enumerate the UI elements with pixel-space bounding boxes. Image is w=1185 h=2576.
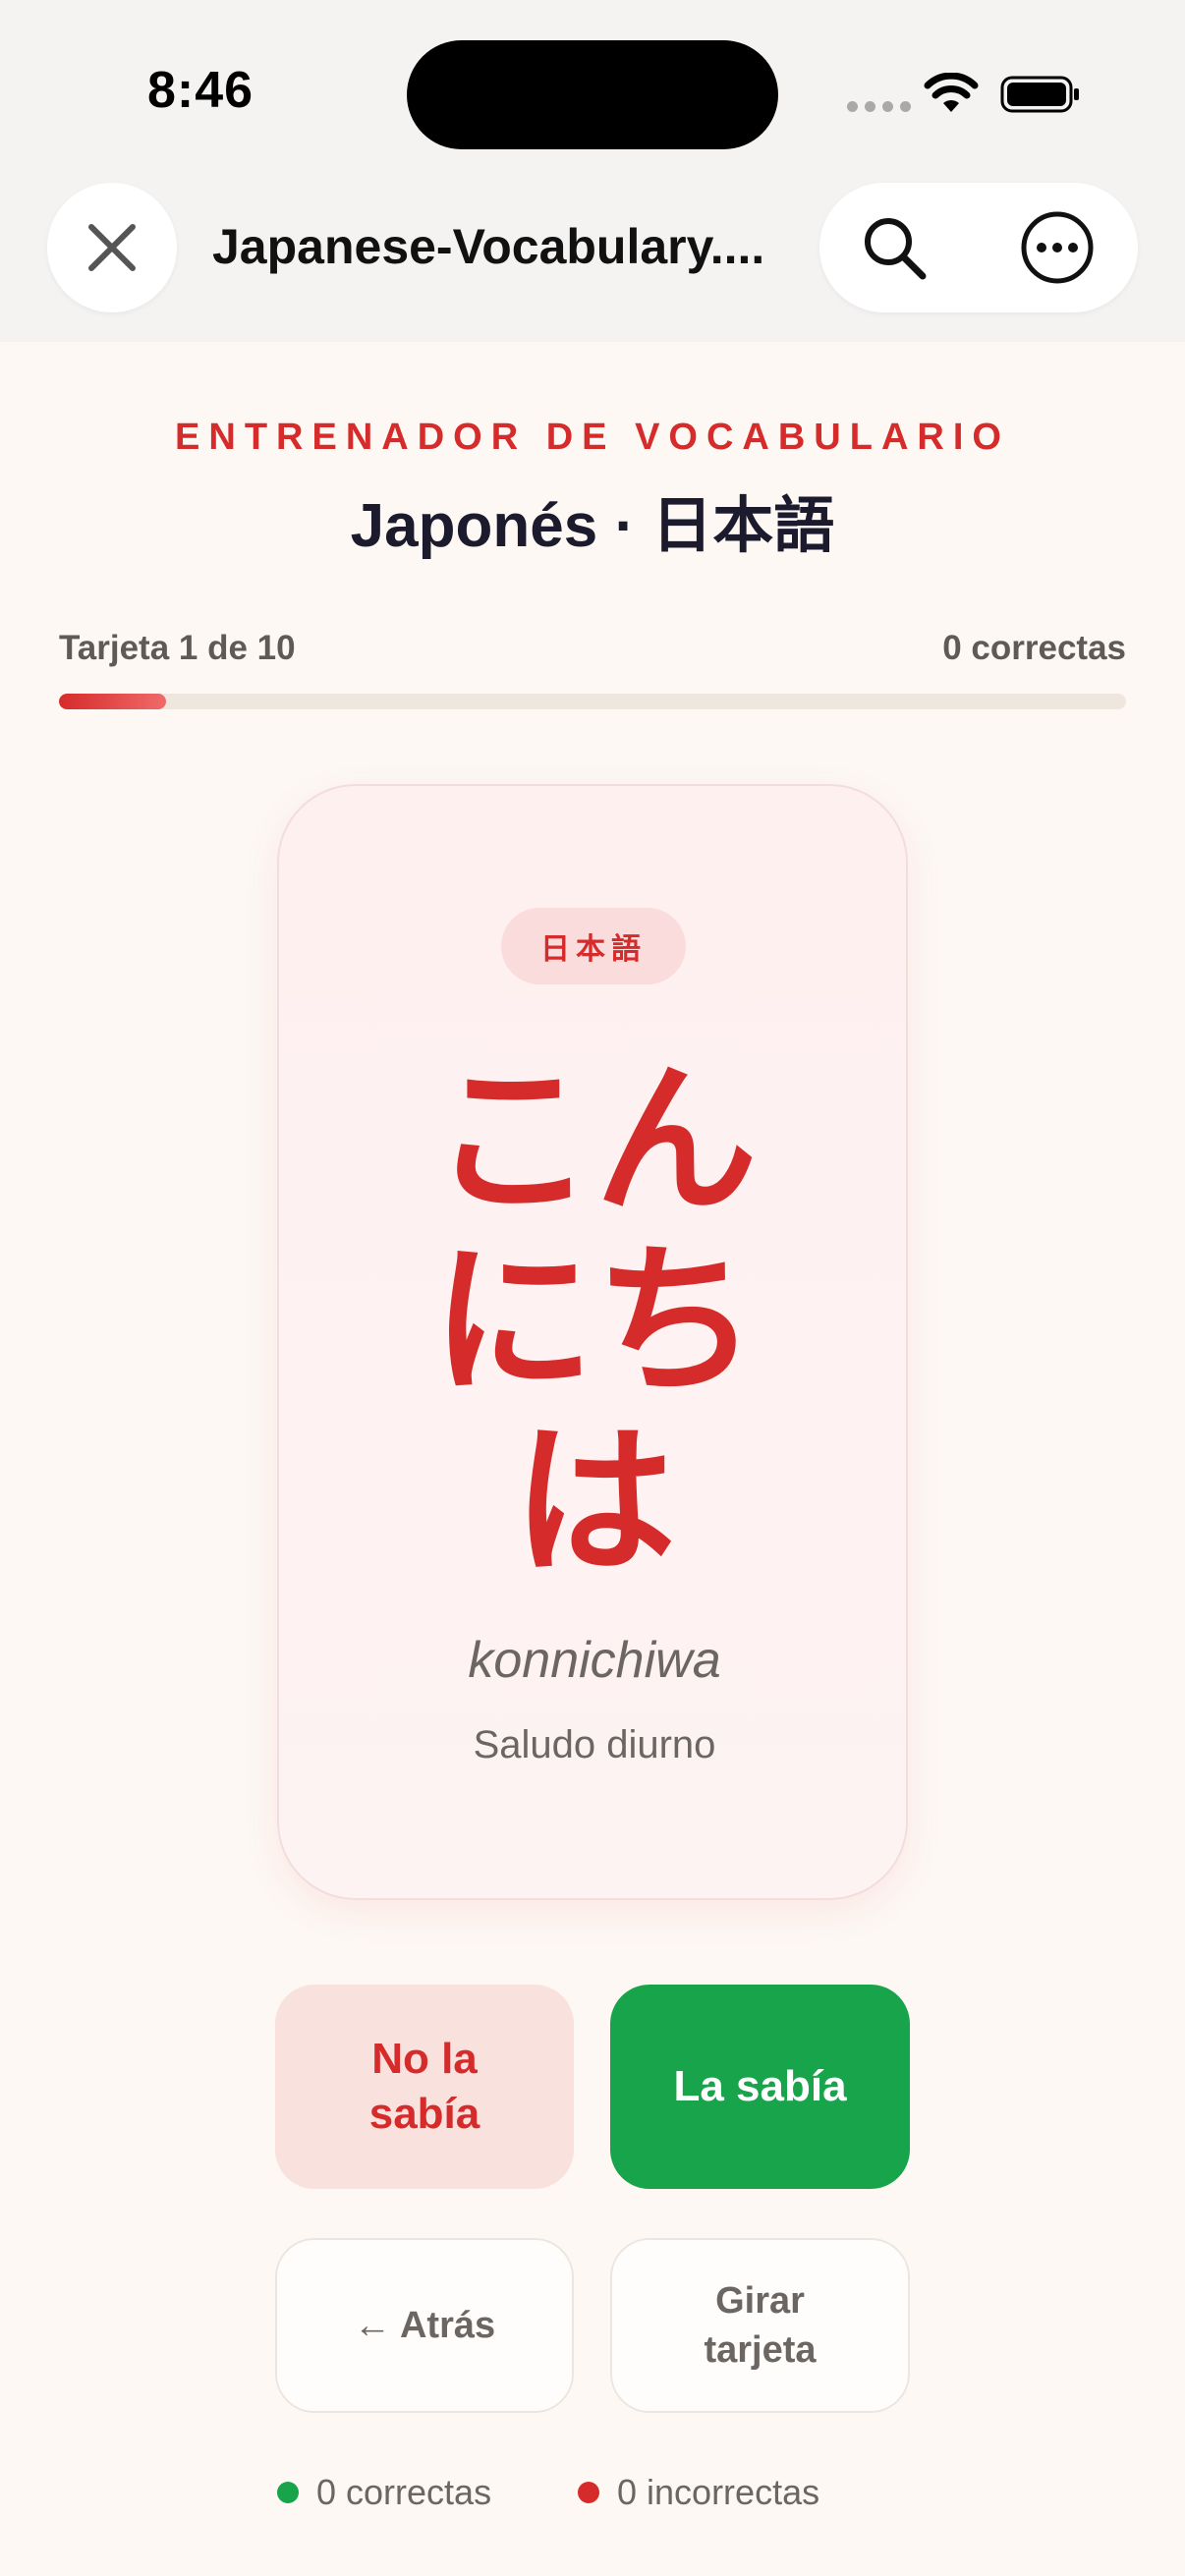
app-eyebrow: ENTRENADOR DE VOCABULARIO bbox=[175, 417, 1010, 458]
progress-fill bbox=[59, 694, 166, 709]
page-title: Japonés · 日本語 bbox=[350, 492, 835, 560]
dont-know-button[interactable]: No la sabía bbox=[275, 1985, 574, 2189]
know-label: La sabía bbox=[673, 2062, 847, 2110]
red-dot-icon bbox=[578, 2482, 599, 2503]
correct-counter: 0 correctas bbox=[942, 629, 1126, 667]
word-line: は bbox=[513, 1408, 676, 1597]
flip-label: Girar tarjeta bbox=[704, 2280, 817, 2371]
card-counter: Tarjeta 1 de 10 bbox=[59, 629, 296, 667]
word-line: にち bbox=[431, 1227, 758, 1417]
word-line: こん bbox=[431, 1046, 758, 1236]
dynamic-island bbox=[407, 40, 778, 149]
score-correct-label: 0 correctas bbox=[316, 2472, 492, 2512]
wifi-icon bbox=[924, 73, 979, 112]
battery-icon bbox=[1000, 76, 1079, 113]
more-icon bbox=[1021, 211, 1094, 284]
score-incorrect-label: 0 incorrectas bbox=[617, 2472, 820, 2512]
language-badge: 日本語 bbox=[501, 908, 686, 984]
back-button[interactable]: ← Atrás bbox=[275, 2238, 574, 2413]
score-incorrect: 0 incorrectas bbox=[578, 2472, 819, 2513]
search-button[interactable] bbox=[849, 202, 939, 293]
close-icon bbox=[88, 224, 136, 271]
dont-know-label: No la sabía bbox=[368, 2035, 480, 2138]
flip-card-button[interactable]: Girar tarjeta bbox=[610, 2238, 910, 2413]
progress-bar bbox=[59, 694, 1126, 709]
back-label: ← Atrás bbox=[353, 2304, 496, 2346]
search-icon bbox=[865, 218, 927, 280]
flashcard[interactable]: 日本語 こん にち は konnichiwa Saludo diurno bbox=[277, 784, 908, 1900]
japanese-word: こん にち は bbox=[279, 1051, 910, 1594]
page-title-bar: Japanese-Vocabulary.... bbox=[212, 219, 765, 274]
browser-chrome: 8:46 Japanese-Vocabulary.... bbox=[0, 0, 1185, 342]
status-time: 8:46 bbox=[147, 62, 254, 119]
more-button[interactable] bbox=[1012, 202, 1102, 293]
meaning: Saludo diurno bbox=[473, 1723, 716, 1766]
green-dot-icon bbox=[277, 2482, 299, 2503]
cellular-signal-icon bbox=[847, 101, 911, 112]
romaji: konnichiwa bbox=[468, 1632, 721, 1689]
know-button[interactable]: La sabía bbox=[610, 1985, 910, 2189]
close-button[interactable] bbox=[47, 183, 177, 312]
score-correct: 0 correctas bbox=[277, 2472, 491, 2513]
browser-actions bbox=[819, 183, 1138, 312]
